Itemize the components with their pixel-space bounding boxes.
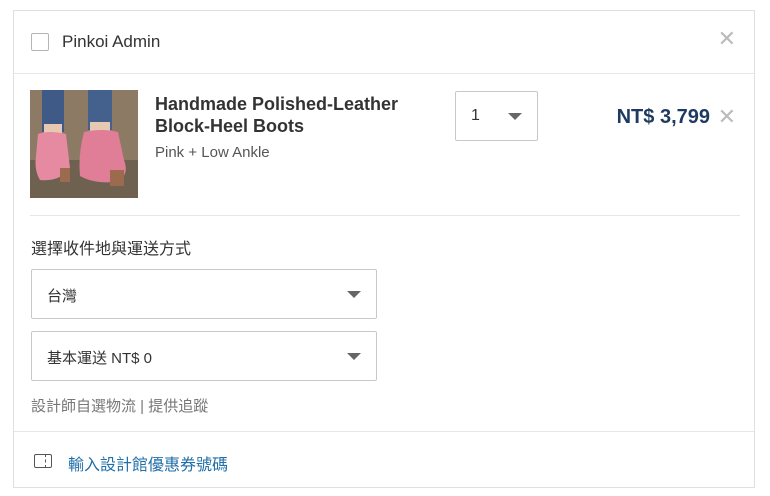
- item-price: NT$ 3,799: [616, 106, 710, 128]
- cart-shop-card: Pinkoi Admin ✕ Handmade Polished-Leather…: [13, 10, 755, 488]
- chevron-down-icon: [347, 353, 361, 360]
- chevron-down-icon: [347, 291, 361, 298]
- close-icon[interactable]: ✕: [718, 28, 736, 50]
- product-thumbnail[interactable]: [30, 90, 138, 198]
- divider: [30, 215, 740, 216]
- shop-header: Pinkoi Admin ✕: [14, 11, 754, 74]
- shipping-note: 設計師自選物流 | 提供追蹤: [31, 398, 209, 415]
- coupon-footer: 輸入設計館優惠券號碼: [14, 431, 754, 488]
- coupon-icon: [34, 454, 52, 468]
- quantity-select[interactable]: 1: [455, 91, 538, 141]
- country-select[interactable]: 台灣: [31, 269, 377, 319]
- remove-item-icon[interactable]: ✕: [718, 106, 736, 128]
- product-title[interactable]: Handmade Polished-Leather Block-Heel Boo…: [155, 93, 445, 137]
- coupon-link[interactable]: 輸入設計館優惠券號碼: [68, 451, 228, 475]
- shop-name: Pinkoi Admin: [62, 32, 161, 51]
- country-value: 台灣: [47, 288, 78, 305]
- shipping-method-select[interactable]: 基本運送 NT$ 0: [31, 331, 377, 381]
- shipping-label: 選擇收件地與運送方式: [31, 241, 192, 258]
- shipping-method-value: 基本運送 NT$ 0: [47, 350, 153, 367]
- shop-select-checkbox[interactable]: [31, 33, 49, 51]
- product-variant: Pink + Low Ankle: [155, 144, 270, 161]
- quantity-value: 1: [471, 107, 480, 124]
- chevron-down-icon: [508, 113, 522, 120]
